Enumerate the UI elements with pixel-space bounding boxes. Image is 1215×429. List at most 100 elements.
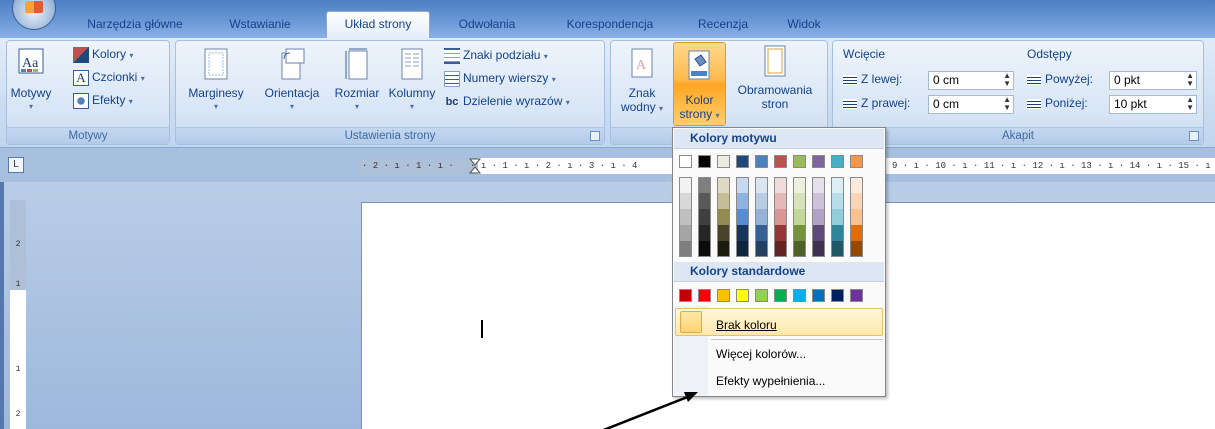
rozmiar-button[interactable]: Rozmiar ▾ <box>328 47 386 114</box>
spinner-icon[interactable]: ▲ ▼ <box>1186 96 1194 112</box>
theme-shade-swatch[interactable] <box>679 177 692 193</box>
theme-shade-swatch[interactable] <box>717 209 730 225</box>
theme-shade-swatch[interactable] <box>793 209 806 225</box>
kolor-strony-button[interactable]: Kolor strony ▾ <box>673 42 726 126</box>
marginesy-button[interactable]: Marginesy ▾ <box>180 47 252 114</box>
theme-shade-swatch[interactable] <box>717 241 730 257</box>
z-lewej-input[interactable]: 0 cm ▲ ▼ <box>928 71 1014 90</box>
theme-shade-swatch[interactable] <box>793 177 806 193</box>
theme-shade-swatch[interactable] <box>850 177 863 193</box>
theme-shade-swatch[interactable] <box>793 193 806 209</box>
office-button[interactable] <box>12 0 56 30</box>
standard-color-swatch[interactable] <box>793 289 806 302</box>
standard-color-swatch[interactable] <box>774 289 787 302</box>
tab-selector[interactable]: L <box>8 157 24 173</box>
theme-color-swatch[interactable] <box>774 155 787 168</box>
theme-shade-swatch[interactable] <box>698 193 711 209</box>
theme-shade-swatch[interactable] <box>698 209 711 225</box>
znaki-podzialu-button[interactable]: Znaki podziału ▾ <box>444 45 548 65</box>
standard-color-swatch[interactable] <box>755 289 768 302</box>
theme-shade-swatch[interactable] <box>831 241 844 257</box>
theme-shade-swatch[interactable] <box>831 177 844 193</box>
spinner-icon[interactable]: ▲ ▼ <box>1003 72 1011 88</box>
theme-color-swatch[interactable] <box>831 155 844 168</box>
theme-shade-swatch[interactable] <box>736 193 749 209</box>
theme-shade-swatch[interactable] <box>736 177 749 193</box>
theme-shade-swatch[interactable] <box>698 177 711 193</box>
standard-color-swatch[interactable] <box>850 289 863 302</box>
standard-color-swatch[interactable] <box>717 289 730 302</box>
theme-shade-swatch[interactable] <box>774 193 787 209</box>
theme-color-swatch[interactable] <box>717 155 730 168</box>
tab-wstawianie[interactable]: Wstawianie <box>214 12 306 38</box>
theme-shade-swatch[interactable] <box>850 225 863 241</box>
tab-uklad-strony[interactable]: Układ strony <box>326 11 430 39</box>
theme-shade-swatch[interactable] <box>812 193 825 209</box>
theme-shade-swatch[interactable] <box>831 209 844 225</box>
standard-color-swatch[interactable] <box>831 289 844 302</box>
kolumny-button[interactable]: Kolumny ▾ <box>384 47 440 114</box>
motywy-button[interactable]: Aa Motywy ▾ <box>9 47 53 114</box>
theme-shade-swatch[interactable] <box>812 209 825 225</box>
theme-shade-swatch[interactable] <box>793 225 806 241</box>
theme-shade-swatch[interactable] <box>812 177 825 193</box>
theme-shade-swatch[interactable] <box>774 209 787 225</box>
tab-widok[interactable]: Widok <box>776 12 832 38</box>
z-prawej-input[interactable]: 0 cm ▲ ▼ <box>928 95 1014 114</box>
theme-shade-swatch[interactable] <box>736 209 749 225</box>
theme-shade-swatch[interactable] <box>698 241 711 257</box>
theme-color-swatch[interactable] <box>679 155 692 168</box>
vertical-ruler[interactable]: 2 1 1 2 <box>10 200 26 429</box>
theme-shade-swatch[interactable] <box>793 241 806 257</box>
theme-color-swatch[interactable] <box>698 155 711 168</box>
theme-shade-swatch[interactable] <box>774 241 787 257</box>
standard-color-swatch[interactable] <box>736 289 749 302</box>
theme-shade-swatch[interactable] <box>812 241 825 257</box>
theme-shade-swatch[interactable] <box>831 225 844 241</box>
theme-shade-swatch[interactable] <box>755 193 768 209</box>
theme-color-swatch[interactable] <box>850 155 863 168</box>
theme-shade-swatch[interactable] <box>812 225 825 241</box>
tab-odwolania[interactable]: Odwołania <box>444 12 530 38</box>
theme-shade-swatch[interactable] <box>717 177 730 193</box>
theme-shade-swatch[interactable] <box>679 241 692 257</box>
theme-color-swatch[interactable] <box>812 155 825 168</box>
fill-effects-item[interactable]: Efekty wypełnienia... <box>716 373 825 389</box>
theme-shade-swatch[interactable] <box>755 177 768 193</box>
standard-color-swatch[interactable] <box>812 289 825 302</box>
orientacja-button[interactable]: Orientacja ▾ <box>254 47 330 114</box>
theme-shade-swatch[interactable] <box>755 225 768 241</box>
theme-shade-swatch[interactable] <box>679 193 692 209</box>
theme-shade-swatch[interactable] <box>717 193 730 209</box>
ponizej-input[interactable]: 10 pkt ▲ ▼ <box>1109 95 1197 114</box>
obramowania-stron-button[interactable]: Obramowania stron <box>730 44 820 111</box>
theme-shade-swatch[interactable] <box>679 225 692 241</box>
theme-shade-swatch[interactable] <box>679 209 692 225</box>
akapit-launcher-icon[interactable] <box>1189 131 1199 141</box>
tab-recenzja[interactable]: Recenzja <box>686 12 760 38</box>
theme-shade-swatch[interactable] <box>755 241 768 257</box>
znak-wodny-button[interactable]: A Znak wodny ▾ <box>615 47 669 116</box>
theme-color-swatch[interactable] <box>755 155 768 168</box>
tab-narzedzia-glowne[interactable]: Narzędzia główne <box>72 12 198 38</box>
theme-color-swatch[interactable] <box>736 155 749 168</box>
theme-shade-swatch[interactable] <box>755 209 768 225</box>
numery-wierszy-button[interactable]: Numery wierszy ▾ <box>444 68 556 88</box>
powyzej-input[interactable]: 0 pkt ▲ ▼ <box>1109 71 1197 90</box>
tab-korespondencja[interactable]: Korespondencja <box>548 12 672 38</box>
kolory-button[interactable]: Kolory ▾ <box>73 44 133 64</box>
theme-shade-swatch[interactable] <box>736 241 749 257</box>
theme-shade-swatch[interactable] <box>774 177 787 193</box>
standard-color-swatch[interactable] <box>679 289 692 302</box>
theme-shade-swatch[interactable] <box>698 225 711 241</box>
spinner-icon[interactable]: ▲ ▼ <box>1186 72 1194 88</box>
theme-shade-swatch[interactable] <box>850 209 863 225</box>
theme-shade-swatch[interactable] <box>850 241 863 257</box>
efekty-button[interactable]: Efekty ▾ <box>73 90 133 110</box>
theme-shade-swatch[interactable] <box>736 225 749 241</box>
dzielenie-wyrazow-button[interactable]: bc Dzielenie wyrazów ▾ <box>444 91 570 111</box>
czcionki-button[interactable]: A Czcionki ▾ <box>73 67 145 87</box>
standard-color-swatch[interactable] <box>698 289 711 302</box>
spinner-icon[interactable]: ▲ ▼ <box>1003 96 1011 112</box>
more-colors-item[interactable]: Więcej kolorów... <box>716 346 806 362</box>
